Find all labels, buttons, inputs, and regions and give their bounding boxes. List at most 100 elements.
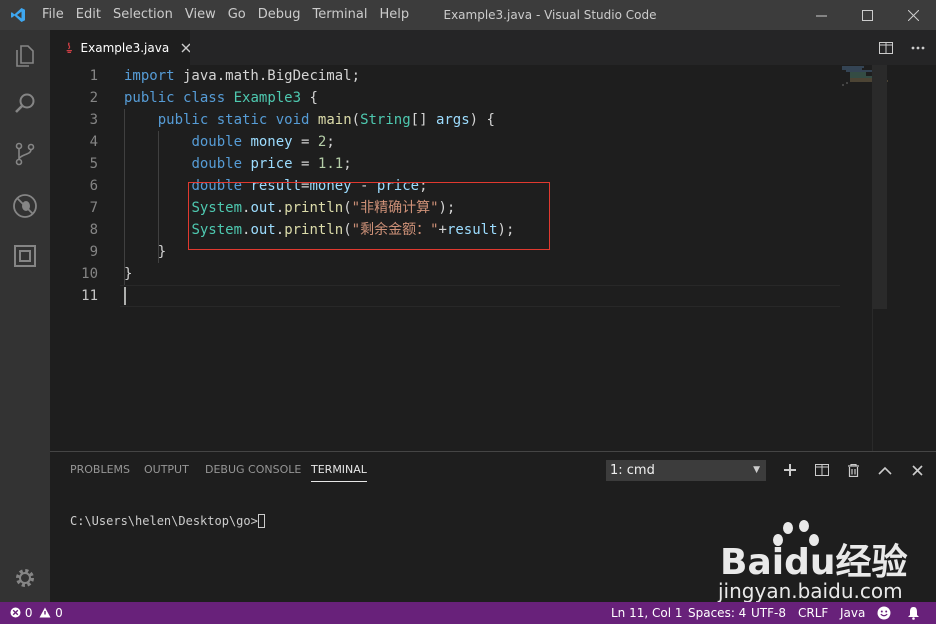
encoding[interactable]: UTF-8	[751, 602, 786, 624]
explorer-icon[interactable]	[0, 32, 50, 80]
tab-label: Example3.java	[80, 40, 170, 55]
debug-icon[interactable]	[0, 182, 50, 230]
indent-guide	[124, 109, 125, 285]
vscode-logo-icon	[0, 0, 36, 30]
feedback-smiley-icon[interactable]	[877, 602, 891, 624]
code-text: public class Example3 {	[124, 87, 318, 109]
close-window-button[interactable]	[890, 0, 936, 30]
more-actions-button[interactable]	[902, 30, 934, 65]
source-control-icon[interactable]	[0, 130, 50, 178]
menu-go[interactable]: Go	[222, 0, 252, 30]
terminal-select[interactable]: 1: cmd ▼	[606, 460, 766, 481]
split-editor-button[interactable]	[870, 30, 902, 65]
close-panel-button[interactable]	[902, 458, 932, 482]
line-number: 9	[89, 244, 98, 260]
code-line[interactable]: 5 double price = 1.1;	[50, 153, 840, 175]
kill-terminal-icon	[847, 463, 859, 477]
menu-view[interactable]: View	[179, 0, 222, 30]
language-mode[interactable]: Java	[840, 602, 865, 624]
line-number: 11	[81, 288, 98, 304]
code-token: String	[360, 112, 411, 128]
search-icon[interactable]	[0, 80, 50, 128]
problems-status[interactable]: 0 0	[10, 602, 63, 624]
code-text: }	[124, 241, 166, 263]
maximize-panel-icon	[878, 466, 892, 475]
error-count: 0	[24, 606, 33, 620]
maximize-panel-button[interactable]	[870, 458, 900, 482]
minimize-icon	[815, 15, 827, 16]
chevron-down-icon: ▼	[753, 465, 760, 475]
code-line[interactable]: 1 import java.math.BigDecimal;	[50, 65, 840, 87]
code-token: (	[351, 112, 361, 128]
terminal-output[interactable]: C:\Users\helen\Desktop\go>	[70, 514, 265, 528]
watermark-url: jingyan.baidu.com	[717, 579, 903, 602]
cursor-position[interactable]: Ln 11, Col 1	[611, 602, 683, 624]
code-token: public	[124, 90, 175, 106]
code-line[interactable]: 10}	[50, 263, 840, 285]
line-number: 2	[89, 90, 98, 106]
settings-gear-icon[interactable]	[0, 554, 50, 602]
editor-scrollbar[interactable]	[872, 65, 887, 451]
tab-example3-java[interactable]: Example3.java	[50, 30, 190, 65]
line-ending[interactable]: CRLF	[798, 602, 828, 624]
code-token: 1.1	[317, 156, 344, 172]
error-icon	[10, 607, 21, 618]
tab-output[interactable]: OUTPUT	[144, 452, 189, 488]
line-number: 8	[89, 222, 98, 238]
editor-tab-bar: Example3.java	[50, 30, 936, 65]
menu-bar: File Edit Selection View Go Debug Termin…	[36, 0, 415, 30]
extensions-icon[interactable]	[0, 232, 50, 280]
warning-count: 0	[55, 606, 63, 620]
code-token: class	[183, 90, 226, 106]
terminal-select-value: 1: cmd	[610, 463, 655, 478]
code-line[interactable]: 3 public static void main(String[] args)…	[50, 109, 840, 131]
line-number: 10	[81, 266, 98, 282]
notifications-bell-icon[interactable]	[907, 602, 920, 624]
annotation-highlight-box	[188, 182, 550, 250]
menu-edit[interactable]: Edit	[70, 0, 107, 30]
menu-terminal[interactable]: Terminal	[307, 0, 374, 30]
add-terminal-icon	[784, 464, 796, 476]
split-terminal-icon	[815, 464, 829, 476]
maximize-button[interactable]	[844, 0, 890, 30]
code-line[interactable]: 2 public class Example3 {	[50, 87, 840, 109]
code-token: ;	[343, 156, 352, 172]
menu-debug[interactable]: Debug	[252, 0, 307, 30]
minimize-button[interactable]	[798, 0, 844, 30]
menu-selection[interactable]: Selection	[107, 0, 179, 30]
code-line[interactable]: 11	[50, 285, 840, 307]
kill-terminal-button[interactable]	[838, 458, 868, 482]
code-token: static	[216, 112, 268, 128]
tab-debug-console[interactable]: DEBUG CONSOLE	[205, 452, 301, 488]
scrollbar-thumb[interactable]	[873, 65, 887, 309]
code-token: =	[292, 134, 318, 150]
terminal-prompt: C:\Users\helen\Desktop\go>	[70, 514, 258, 528]
code-editor[interactable]: 1 import java.math.BigDecimal; 2 public cla…	[50, 65, 922, 451]
code-text: double money = 2;	[124, 131, 334, 153]
code-token: java.math.BigDecimal;	[174, 68, 361, 84]
code-token: import	[124, 68, 175, 84]
code-text: import java.math.BigDecimal;	[124, 65, 360, 87]
code-token: Example3	[233, 90, 302, 106]
warning-icon	[39, 607, 51, 618]
tab-terminal[interactable]: TERMINAL	[311, 452, 367, 488]
text-cursor	[124, 287, 126, 305]
code-token: money	[250, 134, 293, 150]
add-terminal-button[interactable]	[775, 458, 805, 482]
close-icon	[907, 9, 919, 21]
close-tab-icon[interactable]	[181, 43, 190, 53]
code-token: main	[317, 112, 352, 128]
split-terminal-button[interactable]	[807, 458, 837, 482]
terminal-cursor	[257, 514, 265, 528]
code-line[interactable]: 4 double money = 2;	[50, 131, 840, 153]
code-token: double	[191, 134, 243, 150]
menu-file[interactable]: File	[36, 0, 70, 30]
tab-problems[interactable]: PROBLEMS	[70, 452, 130, 488]
line-number: 3	[89, 112, 98, 128]
menu-help[interactable]: Help	[373, 0, 415, 30]
java-file-icon	[66, 41, 72, 53]
indentation[interactable]: Spaces: 4	[688, 602, 746, 624]
